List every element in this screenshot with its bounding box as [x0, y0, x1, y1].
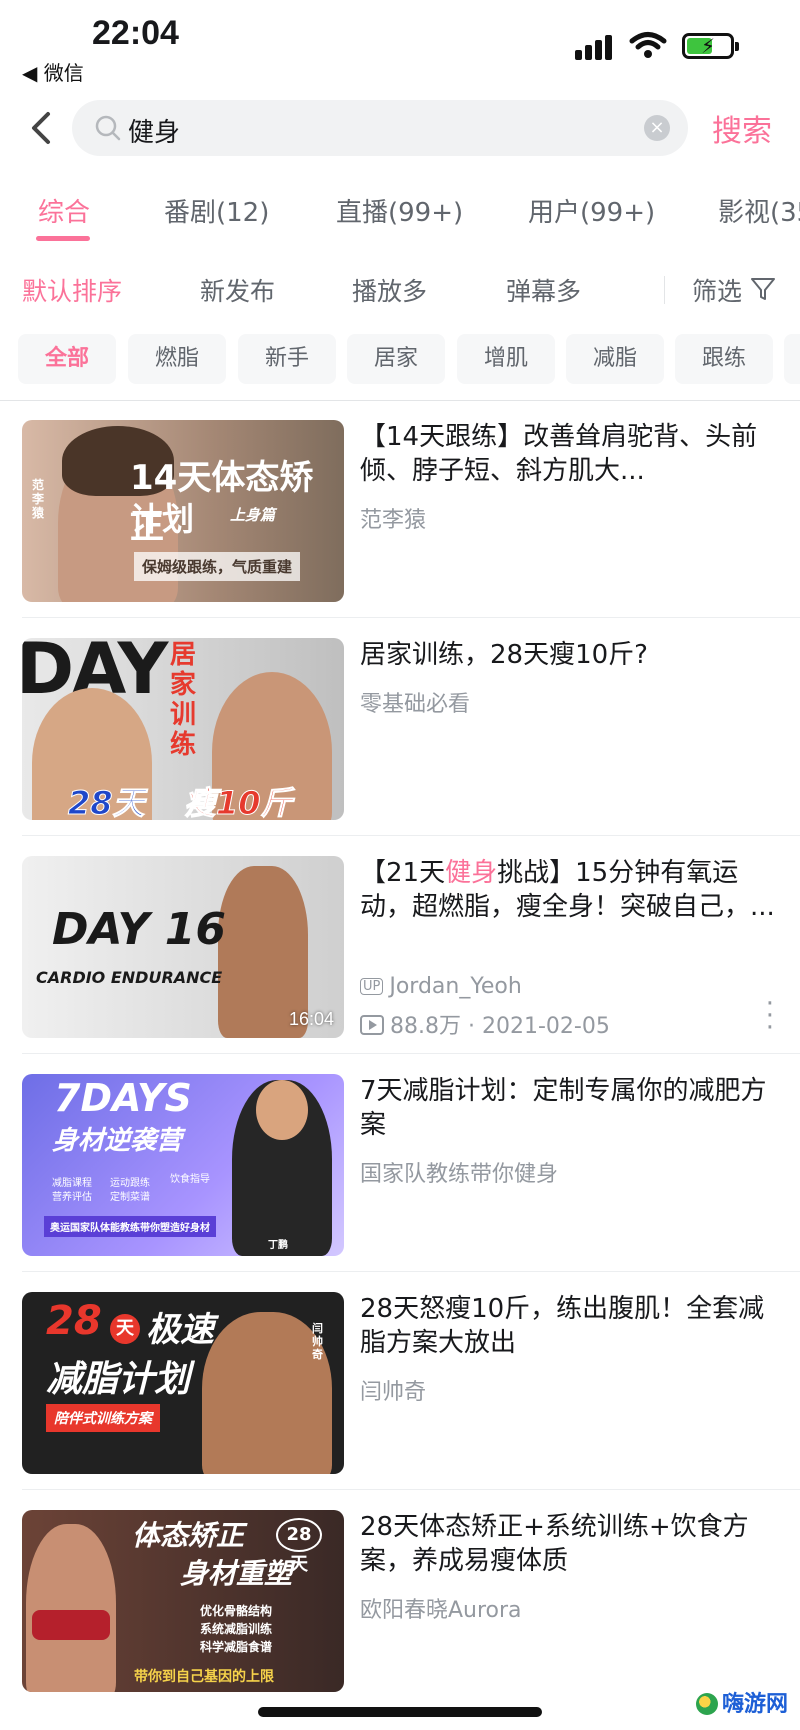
video-result-item[interactable]: DAY 16 CARDIO ENDURANCE 16:04 【21天健身挑战】1…	[0, 836, 800, 1054]
back-chevron-icon[interactable]	[22, 104, 62, 152]
video-result-item[interactable]: 14天体态矫正 计划 上身篇 保姆级跟练，气质重建 范李猿 【14天跟练】改善耸…	[0, 400, 800, 618]
divider	[664, 276, 665, 304]
sort-most-played[interactable]: 播放多	[352, 272, 427, 308]
search-button[interactable]: 搜索	[712, 106, 772, 150]
video-title[interactable]: 【21天健身挑战】15分钟有氧运动，超燃脂，瘦全身！突破自己，...	[360, 856, 780, 924]
video-author[interactable]: 零基础必看	[360, 686, 470, 718]
category-chips: 全部 燃脂 新手 居家 增肌 减脂 跟练	[0, 334, 800, 386]
keyword-highlight: 健身	[445, 858, 498, 888]
battery-charging-icon: ⚡	[682, 33, 739, 59]
tab-bangumi[interactable]: 番剧(12)	[164, 192, 269, 229]
search-bar: 健身 × 搜索	[0, 96, 800, 164]
video-thumbnail[interactable]: DAY 居家训练 28天 瘦10斤	[22, 638, 344, 820]
outfit	[32, 1610, 110, 1640]
video-duration: 16:04	[288, 1009, 334, 1029]
clear-icon[interactable]: ×	[644, 115, 670, 141]
tab-all[interactable]: 综合	[38, 192, 90, 229]
cellular-signal-icon	[575, 32, 617, 60]
video-author[interactable]: 欧阳春晓Aurora	[360, 1592, 522, 1624]
chip-more[interactable]	[784, 334, 800, 384]
chip-fat-loss[interactable]: 减脂	[566, 334, 664, 384]
search-query: 健身	[128, 118, 181, 148]
sort-newest[interactable]: 新发布	[200, 272, 275, 308]
status-bar: 22:04 ◀ 微信 ⚡	[0, 0, 800, 96]
wifi-icon	[629, 32, 667, 58]
video-result-item[interactable]: DAY 居家训练 28天 瘦10斤 居家训练，28天瘦10斤? 零基础必看	[0, 618, 800, 836]
more-options-icon[interactable]: · · ·	[766, 991, 774, 1041]
video-title[interactable]: 7天减脂计划：定制专属你的减肥方案	[360, 1074, 780, 1142]
status-time: 22:04	[92, 14, 179, 52]
filter-funnel-icon[interactable]	[750, 276, 776, 302]
tab-live[interactable]: 直播(99+)	[336, 192, 463, 229]
chip-fat-burn[interactable]: 燃脂	[128, 334, 226, 384]
video-author[interactable]: 国家队教练带你健身	[360, 1156, 558, 1188]
video-title[interactable]: 居家训练，28天瘦10斤?	[360, 638, 780, 672]
video-title[interactable]: 28天怒瘦10斤，练出腹肌！全套减脂方案大放出	[360, 1292, 780, 1360]
video-result-item[interactable]: 28 天 极速 减脂计划 陪伴式训练方案 闫帅奇 28天怒瘦10斤，练出腹肌！全…	[0, 1272, 800, 1490]
search-icon	[95, 115, 121, 141]
play-count-icon	[360, 1015, 384, 1035]
video-result-item[interactable]: 7DAYS 身材逆袭营 减脂课程 运动跟练 饮食指导 营养评估 定制菜谱 奥运国…	[0, 1054, 800, 1272]
video-result-item[interactable]: 体态矫正 28天 身材重塑 优化骨骼结构 系统减脂训练 科学减脂食谱 带你到自己…	[0, 1490, 800, 1708]
video-thumbnail[interactable]: 体态矫正 28天 身材重塑 优化骨骼结构 系统减脂训练 科学减脂食谱 带你到自己…	[22, 1510, 344, 1692]
tab-users[interactable]: 用户(99+)	[528, 192, 655, 229]
video-thumbnail[interactable]: 7DAYS 身材逆袭营 减脂课程 运动跟练 饮食指导 营养评估 定制菜谱 奥运国…	[22, 1074, 344, 1256]
sort-most-danmaku[interactable]: 弹幕多	[506, 272, 581, 308]
tab-film[interactable]: 影视(35	[718, 192, 800, 229]
video-title[interactable]: 28天体态矫正+系统训练+饮食方案，养成易瘦体质	[360, 1510, 780, 1578]
video-author[interactable]: 范李猿	[360, 502, 426, 534]
video-title[interactable]: 【14天跟练】改善耸肩驼背、头前倾、脖子短、斜方肌大...	[360, 420, 780, 488]
video-thumbnail[interactable]: 14天体态矫正 计划 上身篇 保姆级跟练，气质重建 范李猿	[22, 420, 344, 602]
search-input[interactable]: 健身 ×	[72, 100, 688, 156]
presenter-face	[256, 1080, 308, 1140]
watermark-icon	[696, 1693, 718, 1715]
home-indicator	[258, 1707, 542, 1717]
filter-button[interactable]: 筛选	[692, 272, 742, 308]
sort-default[interactable]: 默认排序	[22, 272, 122, 308]
video-uploader[interactable]: UP Jordan_Yeoh	[360, 974, 522, 999]
chip-beginner[interactable]: 新手	[238, 334, 336, 384]
video-thumbnail[interactable]: 28 天 极速 减脂计划 陪伴式训练方案 闫帅奇	[22, 1292, 344, 1474]
active-tab-indicator	[36, 236, 90, 241]
watermark-logo: 嗨游网	[696, 1686, 788, 1718]
presenter-figure	[26, 1524, 116, 1692]
result-type-tabs: 综合 番剧(12) 直播(99+) 用户(99+) 影视(35	[0, 182, 800, 246]
chip-muscle-gain[interactable]: 增肌	[457, 334, 555, 384]
chip-follow-along[interactable]: 跟练	[675, 334, 773, 384]
video-author[interactable]: 闫帅奇	[360, 1374, 426, 1406]
sort-bar: 默认排序 新发布 播放多 弹幕多 筛选	[0, 266, 800, 314]
up-badge: UP	[360, 978, 384, 995]
chip-all[interactable]: 全部	[18, 334, 116, 384]
video-thumbnail[interactable]: DAY 16 CARDIO ENDURANCE 16:04	[22, 856, 344, 1038]
video-stats: 88.8万 · 2021-02-05	[360, 1008, 610, 1040]
back-to-app-link[interactable]: ◀ 微信	[22, 57, 84, 86]
chip-home[interactable]: 居家	[347, 334, 445, 384]
